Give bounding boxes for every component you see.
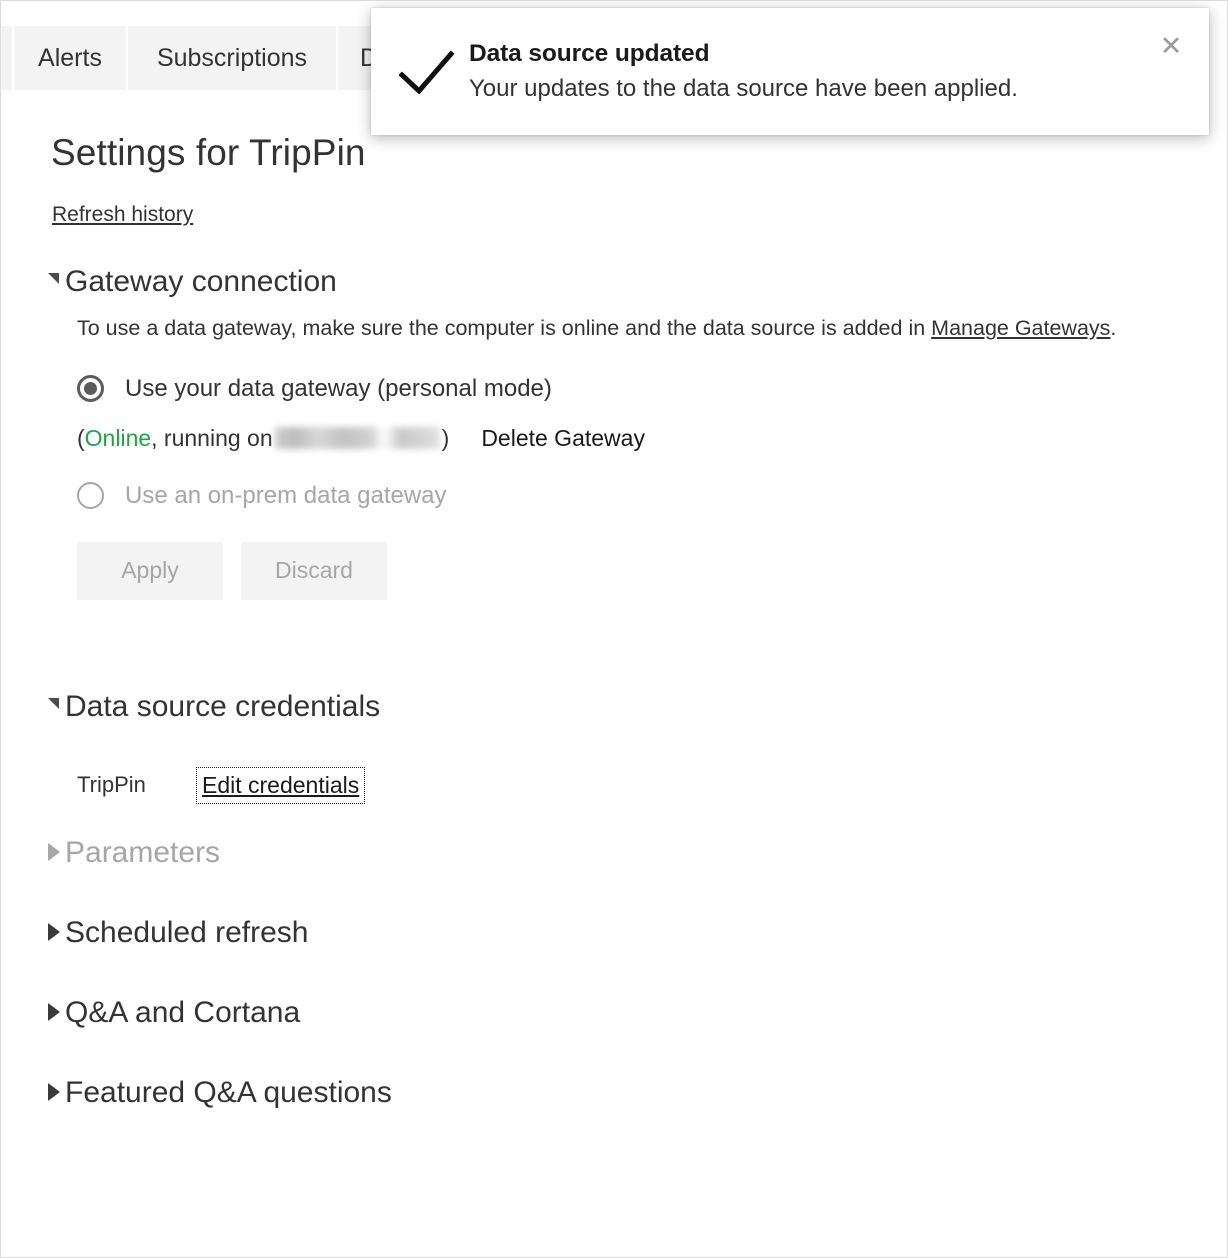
status-badge-online: Online (84, 424, 152, 451)
gateway-button-row: Apply Discard (1, 541, 1227, 600)
status-open-paren: ( (77, 424, 85, 451)
chevron-down-icon (48, 697, 59, 709)
tab-subscriptions[interactable]: Subscriptions (128, 26, 338, 90)
toast-message: Your updates to the data source have bee… (469, 75, 1018, 103)
gateway-status-row: (Online, running on ) Delete Gateway (1, 425, 1227, 452)
tab-edge[interactable] (1, 26, 14, 90)
scheduled-refresh-header[interactable]: Scheduled refresh (1, 916, 1227, 949)
radio-onprem-gateway[interactable]: Use an on-prem data gateway (1, 482, 1227, 510)
close-icon[interactable]: ✕ (1149, 24, 1193, 68)
section-qa-and-cortana: Q&A and Cortana (1, 996, 1227, 1029)
section-featured-qa-questions: Featured Q&A questions (1, 1076, 1227, 1109)
gateway-connection-title: Gateway connection (65, 264, 337, 298)
gateway-description-prefix: To use a data gateway, make sure the com… (77, 315, 932, 340)
parameters-title: Parameters (65, 835, 221, 869)
radio-personal-gateway[interactable]: Use your data gateway (personal mode) (1, 375, 1227, 403)
discard-button[interactable]: Discard (241, 541, 387, 600)
apply-button[interactable]: Apply (77, 541, 223, 600)
radio-unselected-icon[interactable] (77, 482, 104, 510)
qa-and-cortana-title: Q&A and Cortana (65, 995, 301, 1029)
tab-subscriptions-label: Subscriptions (156, 43, 308, 72)
toast-body: Data source updated Your updates to the … (469, 39, 1209, 105)
section-gateway-connection: Gateway connection To use a data gateway… (1, 265, 1227, 600)
featured-qa-questions-title: Featured Q&A questions (65, 1075, 392, 1109)
radio-onprem-gateway-label: Use an on-prem data gateway (125, 481, 447, 509)
settings-page: Settings for TripPin Refresh history Gat… (1, 90, 1227, 1109)
chevron-right-icon (48, 923, 60, 942)
toast-title: Data source updated (469, 39, 710, 67)
gateway-connection-header[interactable]: Gateway connection (1, 265, 1227, 298)
radio-personal-gateway-label: Use your data gateway (personal mode) (125, 374, 552, 402)
credential-row: TripPin Edit credentials (1, 766, 1227, 804)
toast-notification: Data source updated Your updates to the … (371, 8, 1209, 135)
qa-and-cortana-header[interactable]: Q&A and Cortana (1, 996, 1227, 1029)
tab-alerts-label: Alerts (38, 43, 102, 72)
checkmark-icon (371, 49, 469, 94)
section-data-source-credentials: Data source credentials TripPin Edit cre… (1, 690, 1227, 804)
credential-source-name: TripPin (77, 772, 146, 798)
tab-alerts[interactable]: Alerts (14, 26, 128, 90)
redacted-machine-name (274, 427, 440, 450)
delete-gateway-link[interactable]: Delete Gateway (481, 425, 645, 452)
parameters-header[interactable]: Parameters (1, 836, 1227, 869)
chevron-down-icon (48, 272, 59, 284)
section-scheduled-refresh: Scheduled refresh (1, 916, 1227, 949)
gateway-description: To use a data gateway, make sure the com… (1, 312, 1181, 345)
data-source-credentials-header[interactable]: Data source credentials (1, 690, 1227, 723)
section-parameters: Parameters (1, 836, 1227, 869)
chevron-right-icon (48, 843, 60, 862)
status-running-on: , running on (151, 424, 273, 451)
gateway-description-suffix: . (1110, 315, 1117, 340)
status-close-paren: ) (441, 424, 450, 451)
scheduled-refresh-title: Scheduled refresh (65, 915, 309, 949)
radio-selected-icon[interactable] (77, 375, 104, 403)
manage-gateways-link[interactable]: Manage Gateways (931, 316, 1110, 340)
data-source-credentials-title: Data source credentials (65, 689, 381, 723)
featured-qa-questions-header[interactable]: Featured Q&A questions (1, 1076, 1227, 1109)
edit-credentials-link[interactable]: Edit credentials (195, 766, 366, 804)
chevron-right-icon (48, 1003, 60, 1022)
refresh-history-link[interactable]: Refresh history (52, 203, 193, 227)
chevron-right-icon (48, 1083, 60, 1102)
